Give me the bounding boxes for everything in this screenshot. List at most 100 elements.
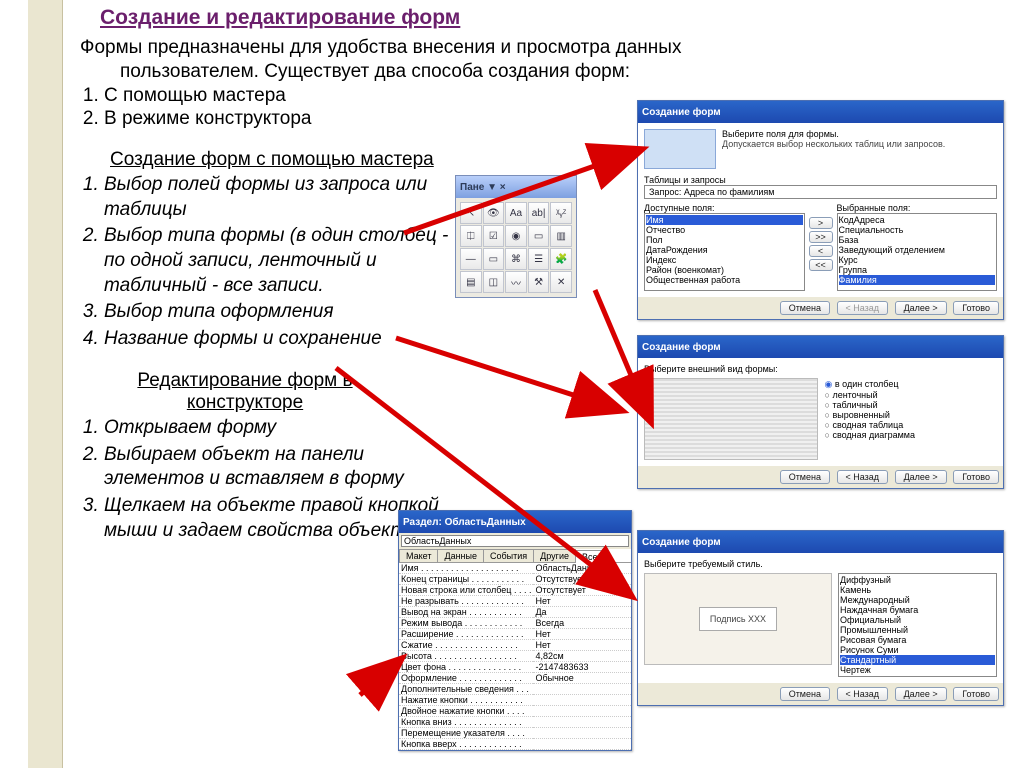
done-button[interactable]: Готово <box>953 687 999 701</box>
tab-other[interactable]: Другие <box>533 549 576 562</box>
property-row[interactable]: Дополнительные сведения . . . <box>399 684 631 695</box>
property-row[interactable]: Режим вывода . . . . . . . . . . . .Всег… <box>399 618 631 629</box>
toolbox-button[interactable]: ◉ <box>505 225 527 247</box>
tab-data[interactable]: Данные <box>437 549 484 562</box>
toolbox-button[interactable]: ☰ <box>528 248 550 270</box>
properties-tabs[interactable]: Макет Данные События Другие Все <box>399 549 631 563</box>
list-item[interactable]: Имя <box>646 215 803 225</box>
list-item[interactable]: Промышленный <box>840 625 995 635</box>
property-row[interactable]: Имя . . . . . . . . . . . . . . . . . . … <box>399 563 631 574</box>
list-item[interactable]: Наждачная бумага <box>840 605 995 615</box>
list-item[interactable]: Рисунок Суми <box>840 645 995 655</box>
toolbox-button[interactable]: ᵡᵧᶻ <box>550 202 572 224</box>
toolbox-button[interactable]: ▭ <box>483 248 505 270</box>
property-row[interactable]: Вывод на экран . . . . . . . . . . .Да <box>399 607 631 618</box>
list-item[interactable]: Международный <box>840 595 995 605</box>
toolbox-button[interactable]: 👁 <box>483 202 505 224</box>
property-row[interactable]: Не разрывать . . . . . . . . . . . . .Не… <box>399 596 631 607</box>
radio-option[interactable]: табличный <box>825 400 997 410</box>
toolbox-button[interactable]: Aa <box>505 202 527 224</box>
available-fields-list[interactable]: ИмяОтчествоПолДатаРожденияИндексРайон (в… <box>644 213 805 291</box>
cancel-button[interactable]: Отмена <box>780 687 830 701</box>
list-item[interactable]: База <box>839 235 996 245</box>
radio-option[interactable]: сводная таблица <box>825 420 997 430</box>
list-item[interactable]: Чертеж <box>840 665 995 675</box>
toolbox-button[interactable]: ✕ <box>550 271 572 293</box>
list-item[interactable]: Стандартный <box>840 655 995 665</box>
list-item[interactable]: Камень <box>840 585 995 595</box>
list-item[interactable]: ДатаРождения <box>646 245 803 255</box>
list-item[interactable]: Официальный <box>840 615 995 625</box>
property-row[interactable]: Новая строка или столбец . . . .Отсутств… <box>399 585 631 596</box>
toolbox-button[interactable]: ☑ <box>483 225 505 247</box>
cancel-button[interactable]: Отмена <box>780 470 830 484</box>
next-button[interactable]: Далее > <box>895 301 947 315</box>
property-row[interactable]: Кнопка вверх . . . . . . . . . . . . . <box>399 739 631 750</box>
property-row[interactable]: Нажатие кнопки . . . . . . . . . . . <box>399 695 631 706</box>
toolbox-button[interactable]: ⎅ <box>460 225 482 247</box>
add-all-button[interactable]: >> <box>809 231 833 243</box>
toolbox-panel[interactable]: Пане ▼ × ↖👁Aaab|ᵡᵧᶻ⎅☑◉▭▥—▭⌘☰🧩▤◫〰⚒✕ <box>455 175 577 298</box>
list-item[interactable]: Отчество <box>646 225 803 235</box>
list-item[interactable]: Индекс <box>646 255 803 265</box>
property-row[interactable]: Высота . . . . . . . . . . . . . . . . .… <box>399 651 631 662</box>
toolbox-button[interactable]: 🧩 <box>550 248 572 270</box>
cancel-button[interactable]: Отмена <box>780 301 830 315</box>
toolbox-button[interactable]: — <box>460 248 482 270</box>
list-item[interactable]: Заведующий отделением <box>839 245 996 255</box>
property-row[interactable]: Перемещение указателя . . . . <box>399 728 631 739</box>
wizard1-dialog[interactable]: Создание форм Выберите поля для формы. Д… <box>637 100 1004 320</box>
toolbox-button[interactable]: ⌘ <box>505 248 527 270</box>
tables-combo[interactable]: Запрос: Адреса по фамилиям <box>644 185 997 199</box>
property-row[interactable]: Оформление . . . . . . . . . . . . .Обыч… <box>399 673 631 684</box>
remove-one-button[interactable]: < <box>809 245 833 257</box>
style-list[interactable]: ДиффузныйКаменьМеждународныйНаждачная бу… <box>838 573 997 677</box>
toolbox-button[interactable]: ↖ <box>460 202 482 224</box>
list-item[interactable]: Общественная работа <box>646 275 803 285</box>
toolbox-button[interactable]: ⚒ <box>528 271 550 293</box>
radio-option[interactable]: в один столбец <box>825 379 997 390</box>
toolbox-button[interactable]: 〰 <box>505 271 527 293</box>
property-row[interactable]: Конец страницы . . . . . . . . . . .Отсу… <box>399 574 631 585</box>
list-item[interactable]: Рисовая бумага <box>840 635 995 645</box>
properties-grid[interactable]: Имя . . . . . . . . . . . . . . . . . . … <box>399 563 631 750</box>
section-combo[interactable]: ОбластьДанных <box>401 535 629 547</box>
property-row[interactable]: Кнопка вниз . . . . . . . . . . . . . . <box>399 717 631 728</box>
back-button[interactable]: < Назад <box>837 687 889 701</box>
list-item[interactable]: Курс <box>839 255 996 265</box>
selected-fields-list[interactable]: КодАдресаСпециальностьБазаЗаведующий отд… <box>837 213 998 291</box>
property-row[interactable]: Двойное нажатие кнопки . . . . <box>399 706 631 717</box>
toolbox-button[interactable]: ▥ <box>550 225 572 247</box>
wizard2-dialog[interactable]: Создание форм Выберите внешний вид формы… <box>637 335 1004 489</box>
back-button[interactable]: < Назад <box>837 470 889 484</box>
layout-radio-list[interactable]: в один столбецленточныйтабличныйвыровнен… <box>824 378 998 460</box>
back-button[interactable]: < Назад <box>837 301 889 315</box>
list-item[interactable]: Специальность <box>839 225 996 235</box>
properties-dialog[interactable]: Раздел: ОбластьДанных ОбластьДанных Маке… <box>398 510 632 751</box>
property-row[interactable]: Цвет фона . . . . . . . . . . . . . . .-… <box>399 662 631 673</box>
toolbox-button[interactable]: ▤ <box>460 271 482 293</box>
next-button[interactable]: Далее > <box>895 470 947 484</box>
toolbox-button[interactable]: ab| <box>528 202 550 224</box>
list-item[interactable]: Фамилия <box>839 275 996 285</box>
done-button[interactable]: Готово <box>953 301 999 315</box>
next-button[interactable]: Далее > <box>895 687 947 701</box>
property-row[interactable]: Сжатие . . . . . . . . . . . . . . . . .… <box>399 640 631 651</box>
done-button[interactable]: Готово <box>953 470 999 484</box>
list-item[interactable]: Пол <box>646 235 803 245</box>
remove-all-button[interactable]: << <box>809 259 833 271</box>
tab-layout[interactable]: Макет <box>399 549 438 562</box>
radio-option[interactable]: сводная диаграмма <box>825 430 997 440</box>
radio-option[interactable]: выровненный <box>825 410 997 420</box>
property-row[interactable]: Расширение . . . . . . . . . . . . . .Не… <box>399 629 631 640</box>
add-one-button[interactable]: > <box>809 217 833 229</box>
toolbox-button[interactable]: ▭ <box>528 225 550 247</box>
list-item[interactable]: Диффузный <box>840 575 995 585</box>
list-item[interactable]: Группа <box>839 265 996 275</box>
radio-option[interactable]: ленточный <box>825 390 997 400</box>
tab-events[interactable]: События <box>483 549 534 562</box>
list-item[interactable]: Район (военкомат) <box>646 265 803 275</box>
wizard3-dialog[interactable]: Создание форм Выберите требуемый стиль. … <box>637 530 1004 706</box>
tab-all[interactable]: Все <box>575 550 605 563</box>
toolbox-button[interactable]: ◫ <box>483 271 505 293</box>
